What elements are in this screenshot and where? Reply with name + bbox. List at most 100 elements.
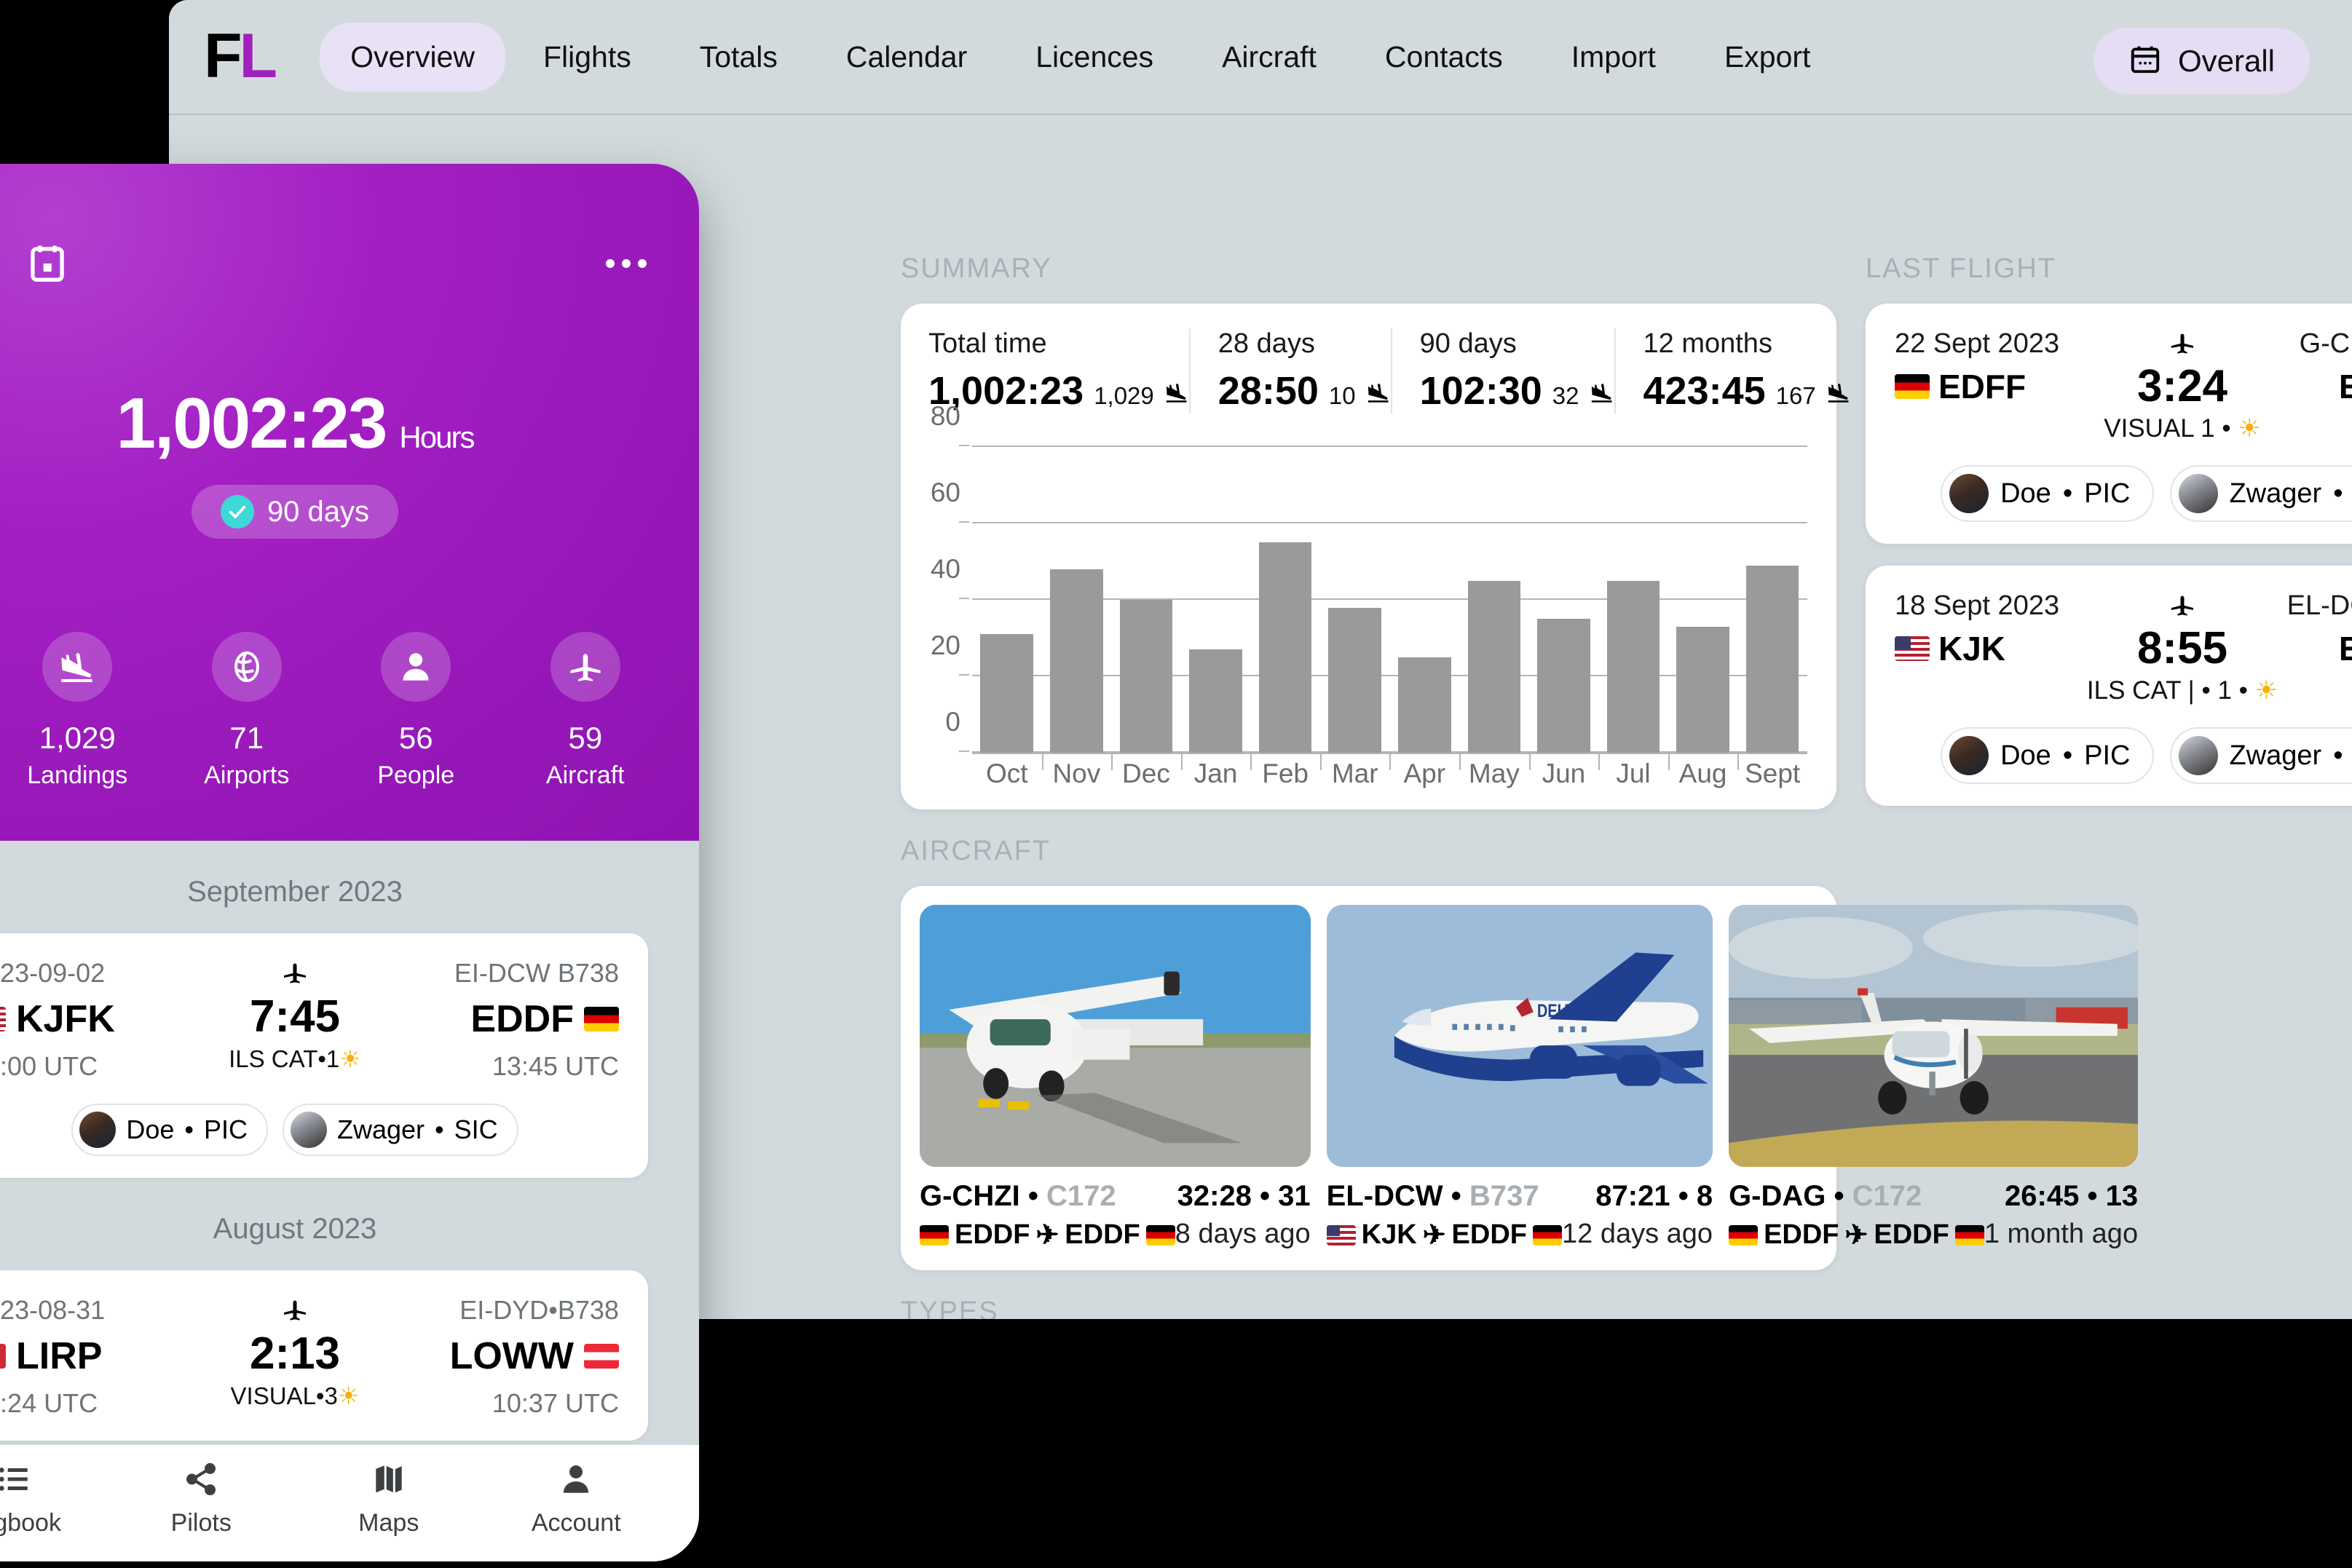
nav-item-calendar[interactable]: Calendar xyxy=(816,23,998,92)
flight-duration: 2:13 xyxy=(249,1329,341,1379)
app-logo[interactable]: F L xyxy=(204,25,277,87)
nav-item-flights[interactable]: Flights xyxy=(513,23,662,92)
nav-item-import[interactable]: Import xyxy=(1541,23,1686,92)
aircraft-total-time: 32:28 xyxy=(1177,1180,1252,1212)
chart-x-axis: Oct Nov Dec Jan Feb Mar Apr May Jun Jul Aug Sept xyxy=(972,753,1807,789)
mobile-stat-airports[interactable]: 71 Airports xyxy=(162,632,332,790)
separator-dot: • xyxy=(1826,1180,1852,1212)
nav-item-aircraft[interactable]: Aircraft xyxy=(1191,23,1347,92)
chart-bar-feb[interactable] xyxy=(1250,447,1320,770)
day-icon: ☀ xyxy=(339,1045,361,1073)
mobile-stat-aircraft[interactable]: 59 Aircraft xyxy=(501,632,671,790)
calendar-icon[interactable] xyxy=(28,242,67,288)
chart-bar-apr[interactable] xyxy=(1389,447,1459,770)
chart-y-tick-dash xyxy=(959,598,969,599)
last-flight-card[interactable]: 18 Sept 2023 KJK 8:55 ILS CAT | • 1 • ☀ EL-D… xyxy=(1866,566,2352,807)
crew-chip[interactable]: Zwager•SIC xyxy=(2169,465,2352,523)
left-column: SUMMARY Total time 1,002:23 1,029 28 days 28… xyxy=(901,253,2139,1319)
overall-filter-button[interactable]: Overall xyxy=(2093,28,2310,94)
landing-icon xyxy=(1164,368,1189,413)
arrival-time: 13:45 UTC xyxy=(492,1051,619,1081)
map-icon xyxy=(295,1458,483,1500)
mobile-tab-maps[interactable]: Maps xyxy=(295,1458,483,1537)
mobile-month-header: September 2023 xyxy=(187,876,403,908)
chart-bar-jun[interactable] xyxy=(1528,447,1599,770)
chart-x-label: May xyxy=(1468,759,1520,788)
share-icon xyxy=(108,1458,296,1500)
mobile-stat-label: People xyxy=(377,761,455,789)
aircraft-item[interactable]: DELTA EL-DCW • B737 KJK ✈ EDDF 87:21 • 8 12 da… xyxy=(1326,905,1713,1251)
summary-cell-value-row: 28:50 10 xyxy=(1218,368,1391,413)
approach-info: VISUAL•3☀ xyxy=(204,1382,385,1410)
mobile-app-preview: 1,002:23 Hours 90 days 1,029 Landings 71 Air… xyxy=(0,164,699,1561)
summary-cell-value: 102:30 xyxy=(1419,369,1542,413)
crew-separator: • xyxy=(2333,740,2343,771)
aircraft-registration: EL-DCW xyxy=(1326,1180,1443,1212)
summary-cell-value: 423:45 xyxy=(1643,369,1766,413)
mobile-flight-card[interactable]: 2023-08-31LIRP08:24 UTC2:13VISUAL•3☀EI-D… xyxy=(0,1270,648,1441)
mobile-period-chip[interactable]: 90 days xyxy=(191,485,399,539)
nav-item-contacts[interactable]: Contacts xyxy=(1354,23,1534,92)
separator-dot: • xyxy=(1670,1180,1697,1212)
aircraft-item[interactable]: G-DAG • C172 EDDF ✈ EDDF 26:45 • 13 1 month a… xyxy=(1729,905,2139,1251)
crew-chip[interactable]: Zwager•SIC xyxy=(2169,727,2352,785)
chart-x-label: Nov xyxy=(1052,759,1101,788)
chart-bar-mar[interactable] xyxy=(1319,447,1390,770)
mobile-tab-logbook[interactable]: Logbook xyxy=(0,1458,108,1537)
aircraft-section-label: AIRCRAFT xyxy=(901,836,1051,866)
monthly-hours-chart: 0 20 40 60 80 Oct Nov Dec Jan Feb Mar Apr May Jun Jul… xyxy=(901,401,1836,809)
mobile-tab-pilots[interactable]: Pilots xyxy=(108,1458,296,1537)
aircraft-last-flight-ago: 12 days ago xyxy=(1562,1219,1713,1249)
chart-bar-may[interactable] xyxy=(1459,447,1529,770)
crew-chip[interactable]: Doe • PIC xyxy=(1941,465,2154,523)
last-flight-card[interactable]: 22 Sept 2023 EDFF 3:24 VISUAL 1 • ☀ G-CHZI·C… xyxy=(1866,304,2352,545)
aircraft-reg-row: G-CHZI • C172 xyxy=(920,1180,1175,1213)
aircraft-reg-row: EL-DCW • B737 xyxy=(1327,1180,1562,1213)
nav-item-export[interactable]: Export xyxy=(1694,23,1842,92)
mobile-hours-unit: Hours xyxy=(399,420,475,454)
chart-y-tick: 80 xyxy=(930,401,960,431)
crew-chip[interactable]: Doe • PIC xyxy=(71,1104,268,1156)
chart-y-tick: 20 xyxy=(930,630,960,660)
mobile-tab-account[interactable]: Account xyxy=(483,1458,671,1537)
chart-bar-nov[interactable] xyxy=(1041,447,1112,770)
aircraft-item[interactable]: G-CHZI • C172 EDDF ✈ EDDF 32:28 • 31 8 days a… xyxy=(920,905,1311,1251)
crew-name: Zwager xyxy=(2229,478,2322,509)
departure-time: 06:00 UTC xyxy=(0,1051,98,1081)
flag-de-icon xyxy=(1145,1224,1175,1246)
chart-bar-sept[interactable] xyxy=(1737,447,1807,770)
mobile-flight-card[interactable]: 2023-09-02KJFK06:00 UTC7:45ILS CAT•1☀EI-… xyxy=(0,933,648,1178)
last-flight-date: 18 Sept 2023 xyxy=(1895,590,2060,622)
nav-item-overview[interactable]: Overview xyxy=(320,22,505,92)
aircraft-flight-count: 31 xyxy=(1278,1180,1311,1212)
nav-item-licences[interactable]: Licences xyxy=(1005,23,1184,92)
crew-separator: • xyxy=(2062,478,2073,509)
mobile-stat-people[interactable]: 56 People xyxy=(331,632,501,790)
flag-at-icon xyxy=(583,1344,619,1369)
mobile-stat-landings[interactable]: 1,029 Landings xyxy=(0,632,162,790)
aircraft-totals: 32:28 • 31 8 days ago xyxy=(1175,1180,1311,1250)
approach-info: VISUAL 1 • ☀ xyxy=(2085,414,2281,443)
crew-name: Zwager xyxy=(337,1114,425,1144)
chart-bar-aug[interactable] xyxy=(1668,447,1738,770)
chart-bar-dec[interactable] xyxy=(1111,447,1181,770)
chart-bar-oct[interactable] xyxy=(972,447,1042,753)
crew-chip[interactable]: Doe • PIC xyxy=(1941,727,2154,785)
list-icon xyxy=(0,1458,108,1500)
flight-duration: 7:45 xyxy=(249,991,341,1042)
route-to: EDDF xyxy=(1065,1219,1140,1250)
mobile-hours-value: 1,002:23 xyxy=(116,383,388,463)
chart-bar-jan[interactable] xyxy=(1180,447,1251,770)
mobile-hero-header: 1,002:23 Hours 90 days 1,029 Landings 71 Air… xyxy=(0,164,699,841)
crew-name: Doe xyxy=(2000,478,2051,509)
chart-bar-jul[interactable] xyxy=(1598,447,1668,770)
departure-time: 08:24 UTC xyxy=(0,1388,98,1418)
last-flight-section-label: LAST FLIGHT xyxy=(1866,253,2057,284)
nav-item-totals[interactable]: Totals xyxy=(669,23,808,92)
landing-icon xyxy=(1826,368,1851,413)
landing-icon xyxy=(1366,368,1391,413)
crew-chip[interactable]: Zwager•SIC xyxy=(283,1104,518,1156)
more-horizontal-icon[interactable] xyxy=(604,257,648,274)
flag-it-icon xyxy=(0,1344,6,1369)
crew-separator: • xyxy=(2062,740,2073,771)
